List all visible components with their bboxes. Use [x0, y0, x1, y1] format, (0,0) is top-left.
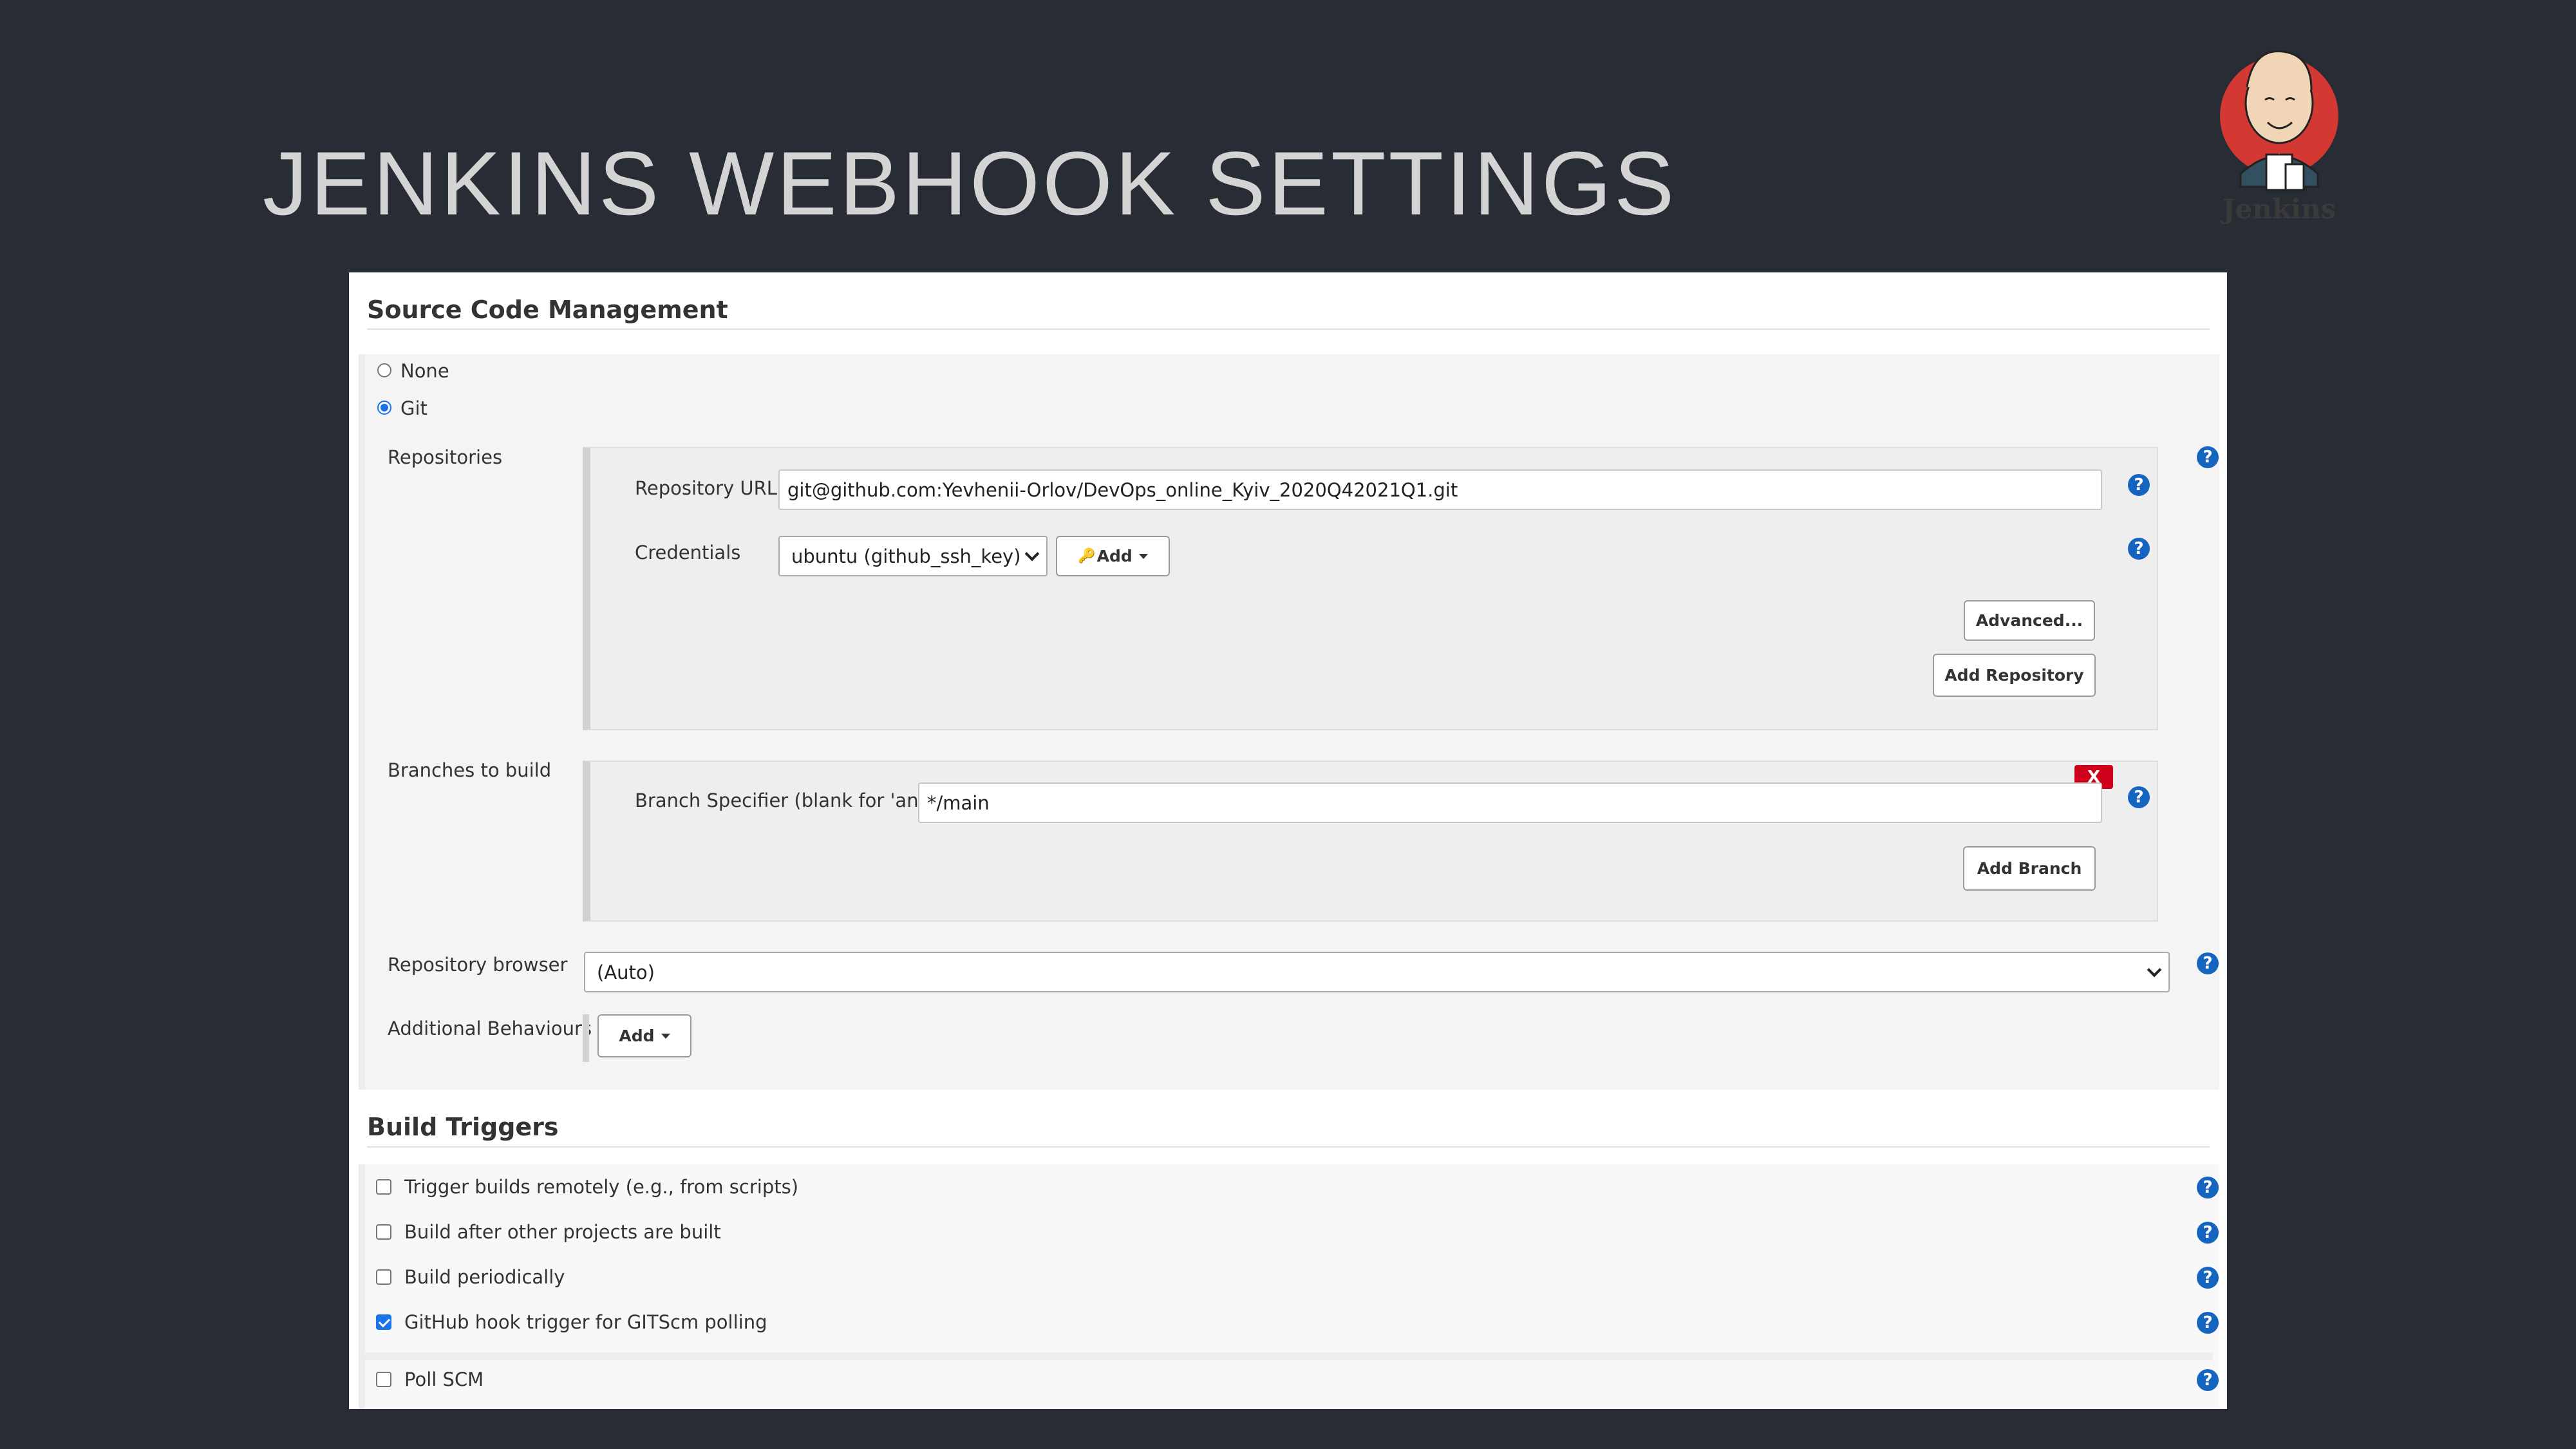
help-icon-repository-browser[interactable]: ?	[2197, 952, 2219, 974]
build-triggers-header-divider	[367, 1146, 2210, 1148]
checkbox-trigger-remotely[interactable]	[376, 1179, 391, 1195]
chevron-down-icon	[2147, 962, 2162, 977]
trigger-remotely-label[interactable]: Trigger builds remotely (e.g., from scri…	[404, 1176, 798, 1198]
slide-title: JENKINS WEBHOOK SETTINGS	[263, 133, 1677, 234]
help-icon-trigger-remotely[interactable]: ?	[2197, 1177, 2219, 1198]
checkbox-build-periodically[interactable]	[376, 1269, 391, 1285]
repository-url-label: Repository URL	[635, 477, 777, 499]
help-icon-repositories[interactable]: ?	[2197, 446, 2219, 468]
help-icon-credentials[interactable]: ?	[2128, 538, 2150, 560]
help-icon-github-hook-trigger[interactable]: ?	[2197, 1312, 2219, 1334]
add-behaviour-button[interactable]: Add	[597, 1014, 691, 1057]
config-panel: Source Code Management None Git Reposito…	[349, 272, 2227, 1409]
build-triggers-section-body	[359, 1164, 2219, 1409]
repository-browser-selected-value: (Auto)	[597, 961, 655, 983]
caret-down-icon	[1138, 553, 1148, 559]
branch-specifier-input[interactable]: */main	[918, 782, 2102, 823]
help-icon-build-periodically[interactable]: ?	[2197, 1267, 2219, 1289]
repository-browser-label: Repository browser	[388, 954, 568, 976]
poll-scm-label[interactable]: Poll SCM	[404, 1368, 484, 1390]
credentials-label: Credentials	[635, 542, 741, 564]
branch-specifier-value: */main	[927, 791, 990, 814]
scm-header-divider	[367, 328, 2210, 330]
add-repository-button[interactable]: Add Repository	[1933, 654, 2096, 697]
credentials-select[interactable]: ubuntu (github_ssh_key)	[778, 536, 1048, 576]
row-separator	[365, 1352, 2213, 1360]
key-icon: 🔑	[1078, 548, 1096, 564]
additional-behaviours-bar	[583, 1014, 589, 1062]
add-credentials-button[interactable]: 🔑 Add	[1056, 536, 1170, 576]
caret-down-icon	[661, 1033, 670, 1039]
radio-none-label[interactable]: None	[400, 360, 449, 382]
branch-specifier-label: Branch Specifier (blank for 'any')	[635, 790, 943, 811]
checkbox-github-hook-trigger[interactable]	[376, 1314, 391, 1330]
credentials-selected-value: ubuntu (github_ssh_key)	[791, 545, 1021, 567]
build-after-other-projects-label[interactable]: Build after other projects are built	[404, 1221, 721, 1243]
jenkins-logo-text: Jenkins	[2222, 193, 2336, 225]
repository-browser-select[interactable]: (Auto)	[584, 952, 2170, 992]
repository-url-value: git@github.com:Yevhenii-Orlov/DevOps_onl…	[787, 478, 1458, 501]
add-branch-button[interactable]: Add Branch	[1963, 846, 2096, 891]
build-triggers-section-header: Build Triggers	[367, 1113, 559, 1141]
help-icon-build-after-other-projects[interactable]: ?	[2197, 1222, 2219, 1244]
branches-to-build-label: Branches to build	[388, 759, 552, 781]
chevron-down-icon	[1024, 546, 1040, 561]
radio-none[interactable]	[377, 363, 391, 377]
radio-git[interactable]	[377, 401, 391, 415]
checkbox-build-after-other-projects[interactable]	[376, 1224, 391, 1240]
help-icon-poll-scm[interactable]: ?	[2197, 1369, 2219, 1391]
radio-git-label[interactable]: Git	[400, 397, 428, 419]
repository-url-input[interactable]: git@github.com:Yevhenii-Orlov/DevOps_onl…	[778, 469, 2102, 510]
repositories-label: Repositories	[388, 446, 503, 468]
scm-section-header: Source Code Management	[367, 296, 728, 324]
additional-behaviours-label: Additional Behaviours	[388, 1018, 592, 1039]
github-hook-trigger-label[interactable]: GitHub hook trigger for GITScm polling	[404, 1311, 767, 1333]
build-periodically-label[interactable]: Build periodically	[404, 1266, 565, 1288]
checkbox-poll-scm[interactable]	[376, 1372, 391, 1387]
advanced-button[interactable]: Advanced...	[1964, 600, 2095, 641]
help-icon-repository-url[interactable]: ?	[2128, 474, 2150, 496]
help-icon-branch-specifier[interactable]: ?	[2128, 786, 2150, 808]
